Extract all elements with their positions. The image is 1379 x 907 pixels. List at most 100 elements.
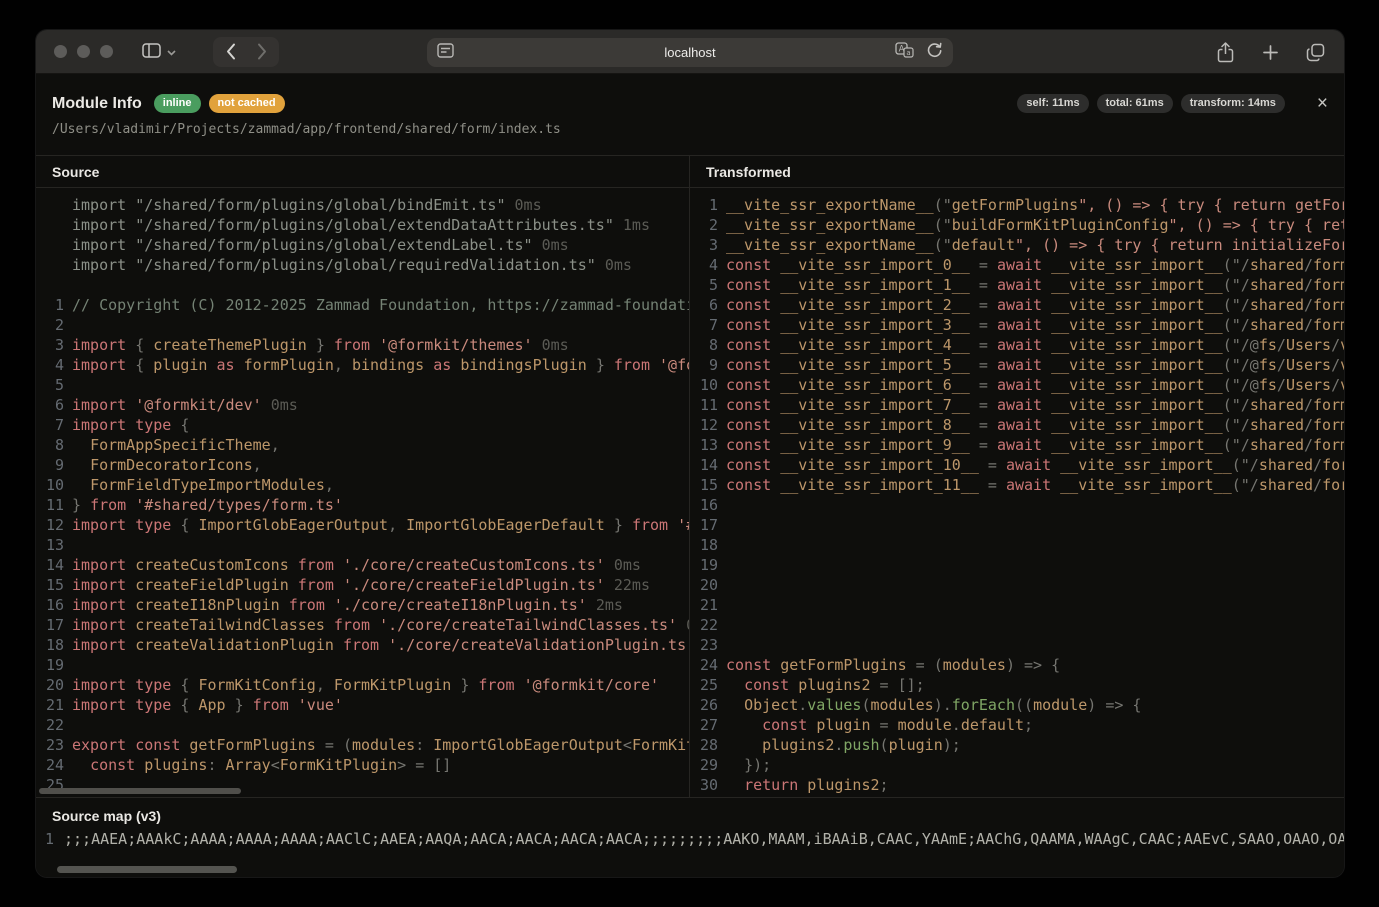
forward-button[interactable] [246, 38, 277, 66]
line-number: 23 [36, 735, 64, 755]
line-number: 16 [36, 595, 64, 615]
code-line: 1__vite_ssr_exportName__("getFormPlugins… [690, 195, 1344, 215]
line-number: 10 [690, 375, 718, 395]
share-button[interactable] [1212, 37, 1238, 67]
code-line: 5const __vite_ssr_import_1__ = await __v… [690, 275, 1344, 295]
code-line: 14import createCustomIcons from './core/… [36, 555, 689, 575]
line-number: 7 [690, 315, 718, 335]
code-line: 20import type { FormKitConfig, FormKitPl… [36, 675, 689, 695]
code-line: 3__vite_ssr_exportName__("default", () =… [690, 235, 1344, 255]
line-number: 19 [36, 655, 64, 675]
code-line: 19 [36, 655, 689, 675]
line-number: 6 [36, 395, 64, 415]
code-line: 11} from '#shared/types/form.ts' [36, 495, 689, 515]
reload-icon[interactable] [926, 42, 943, 64]
transformed-code[interactable]: 1__vite_ssr_exportName__("getFormPlugins… [690, 188, 1344, 797]
close-button[interactable]: × [1317, 94, 1328, 113]
sidebar-icon [142, 43, 161, 61]
module-inspector-page: Module Info inline not cached self: 11ms… [36, 74, 1344, 877]
url-bar[interactable]: localhost A a [427, 38, 953, 67]
code-line: 23 [690, 635, 1344, 655]
line-number: 30 [690, 775, 718, 795]
sourcemap-section: Source map (v3) 1;;;AAEA;AAAkC;AAAA;AAAA… [36, 797, 1344, 877]
code-line: 6import '@formkit/dev' 0ms [36, 395, 689, 415]
self-time-badge: self: 11ms [1017, 94, 1088, 113]
code-line: 28 plugins2.push(plugin); [690, 735, 1344, 755]
inline-badge: inline [154, 94, 201, 113]
line-number: 13 [690, 435, 718, 455]
code-line: 14const __vite_ssr_import_10__ = await _… [690, 455, 1344, 475]
code-line: 15import createFieldPlugin from './core/… [36, 575, 689, 595]
code-line: 12import type { ImportGlobEagerOutput, I… [36, 515, 689, 535]
transform-time-badge: transform: 14ms [1181, 94, 1285, 113]
line-number: 11 [36, 495, 64, 515]
code-line: import "/shared/form/plugins/global/bind… [36, 195, 689, 215]
code-line: 24 const plugins: Array<FormKitPlugin> =… [36, 755, 689, 775]
line-number: 19 [690, 555, 718, 575]
line-number: 18 [690, 535, 718, 555]
close-window-button[interactable] [54, 45, 67, 58]
back-button[interactable] [215, 38, 246, 66]
sourcemap-code[interactable]: 1;;;AAEA;AAAkC;AAAA;AAAA;AAAA;AAClC;AAEA… [36, 827, 1344, 849]
source-code[interactable]: import "/shared/form/plugins/global/bind… [36, 188, 689, 797]
code-line: 12const __vite_ssr_import_8__ = await __… [690, 415, 1344, 435]
code-line: 24const getFormPlugins = (modules) => { [690, 655, 1344, 675]
code-line: 25 const plugins2 = []; [690, 675, 1344, 695]
line-number: 14 [36, 555, 64, 575]
code-line: import "/shared/form/plugins/global/exte… [36, 235, 689, 255]
share-icon [1217, 42, 1234, 63]
sidebar-toggle-button[interactable] [129, 37, 189, 67]
chevron-down-icon [167, 44, 176, 59]
line-number: 16 [690, 495, 718, 515]
code-line: 22 [36, 715, 689, 735]
code-line: 6const __vite_ssr_import_2__ = await __v… [690, 295, 1344, 315]
line-number: 23 [690, 635, 718, 655]
code-line: 4import { plugin as formPlugin, bindings… [36, 355, 689, 375]
code-line: 3import { createThemePlugin } from '@for… [36, 335, 689, 355]
tab-overview-button[interactable] [1302, 37, 1328, 67]
line-number: 21 [690, 595, 718, 615]
desktop: localhost A a [0, 0, 1379, 907]
line-number: 2 [36, 315, 64, 335]
line-number: 27 [690, 715, 718, 735]
code-line: 2 [36, 315, 689, 335]
line-number: 11 [690, 395, 718, 415]
transformed-panel-title: Transformed [690, 156, 1344, 188]
minimize-window-button[interactable] [77, 45, 90, 58]
translate-icon[interactable]: A a [895, 42, 914, 63]
line-number: 1 [36, 829, 54, 849]
module-info-header: Module Info inline not cached self: 11ms… [36, 74, 1344, 155]
code-line: 20 [690, 575, 1344, 595]
line-number: 20 [36, 675, 64, 695]
code-line: 23export const getFormPlugins = (modules… [36, 735, 689, 755]
code-line [36, 275, 689, 295]
line-number: 8 [36, 435, 64, 455]
line-number: 1 [690, 195, 718, 215]
new-tab-button[interactable] [1257, 37, 1283, 67]
source-hscrollbar-thumb[interactable] [39, 788, 241, 794]
code-line: 18import createValidationPlugin from './… [36, 635, 689, 655]
forward-chevron-icon [257, 43, 267, 60]
code-line: 17 [690, 515, 1344, 535]
zoom-window-button[interactable] [100, 45, 113, 58]
code-line: 8 FormAppSpecificTheme, [36, 435, 689, 455]
browser-window: localhost A a [36, 30, 1344, 877]
line-number: 15 [36, 575, 64, 595]
sourcemap-hscrollbar-thumb[interactable] [57, 866, 237, 873]
back-chevron-icon [226, 43, 236, 60]
code-line: 29 }); [690, 755, 1344, 775]
line-number: 3 [36, 335, 64, 355]
code-line: 30 return plugins2; [690, 775, 1344, 795]
history-nav [213, 37, 279, 67]
line-number: 12 [36, 515, 64, 535]
transformed-panel: Transformed 1__vite_ssr_exportName__("ge… [690, 156, 1344, 797]
line-number: 22 [36, 715, 64, 735]
line-number: 7 [36, 415, 64, 435]
line-number: 1 [36, 295, 64, 315]
code-line: 13const __vite_ssr_import_9__ = await __… [690, 435, 1344, 455]
code-line: 7import type { [36, 415, 689, 435]
code-line: 19 [690, 555, 1344, 575]
code-line: 10 FormFieldTypeImportModules, [36, 475, 689, 495]
line-number: 5 [690, 275, 718, 295]
line-number: 25 [690, 675, 718, 695]
